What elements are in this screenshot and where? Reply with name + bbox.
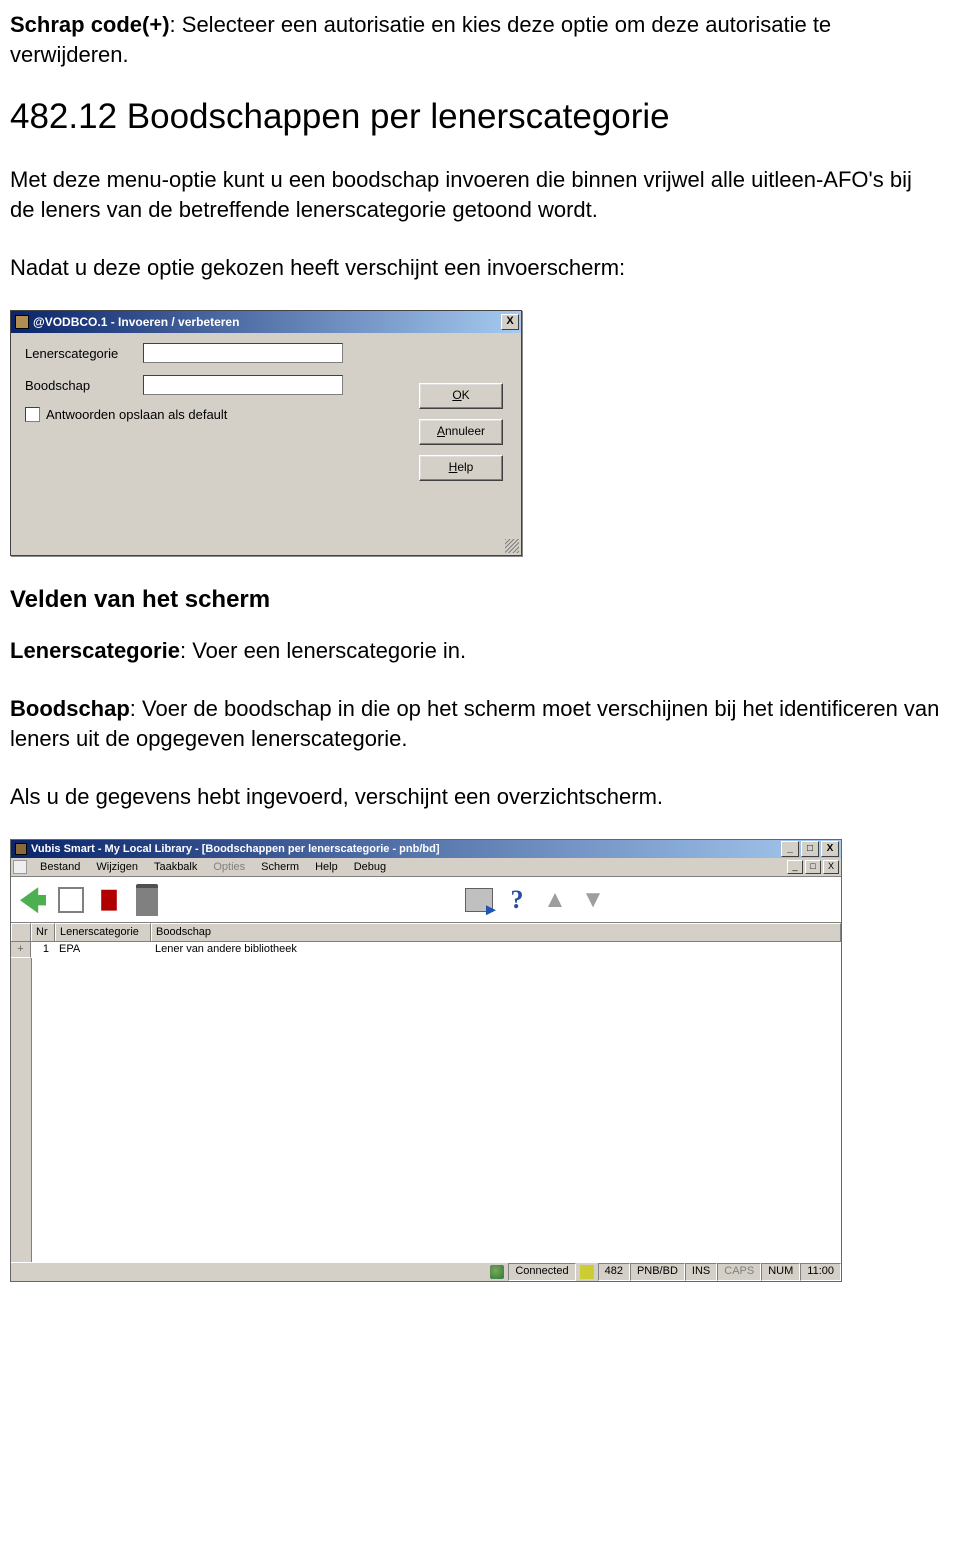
lenerscategorie-input[interactable] — [143, 343, 343, 363]
save-icon — [96, 887, 122, 913]
down-button[interactable]: ▼ — [577, 883, 609, 917]
help-button[interactable]: Help — [419, 455, 503, 481]
help-icon: ? — [511, 885, 524, 915]
status-instance: PNB/BD — [630, 1263, 685, 1281]
lenerscategorie-label: Lenerscategorie — [25, 346, 143, 361]
overview-intro: Als u de gegevens hebt ingevoerd, versch… — [10, 782, 940, 812]
input-screen-intro: Nadat u deze optie gekozen heeft verschi… — [10, 253, 940, 283]
intro-paragraph: Schrap code(+): Selecteer een autorisati… — [10, 10, 940, 69]
ok-button[interactable]: OK — [419, 383, 503, 409]
status-caps: CAPS — [717, 1263, 761, 1281]
menu-help[interactable]: Help — [308, 860, 345, 874]
app-title: Vubis Smart - My Local Library - [Boodsc… — [31, 843, 781, 855]
save-default-checkbox[interactable] — [25, 407, 40, 422]
arrow-left-icon — [20, 887, 46, 913]
col-lenerscategorie[interactable]: Lenerscategorie — [55, 923, 151, 941]
save-button[interactable] — [93, 883, 125, 917]
boodschap-label: Boodschap — [25, 378, 143, 393]
field-name-boodschap: Boodschap — [10, 696, 130, 721]
child-window-icon — [13, 860, 27, 874]
cell-msg: Lener van andere bibliotheek — [151, 942, 841, 958]
menu-wijzigen[interactable]: Wijzigen — [89, 860, 145, 874]
col-nr[interactable]: Nr — [31, 923, 55, 941]
grid-body: + 1 EPA Lener van andere bibliotheek — [11, 942, 841, 1262]
menu-scherm[interactable]: Scherm — [254, 860, 306, 874]
arrow-up-icon: ▲ — [543, 886, 567, 914]
dialog-close-button[interactable]: X — [501, 314, 519, 330]
menu-debug[interactable]: Debug — [347, 860, 393, 874]
status-time: 11:00 — [800, 1263, 841, 1281]
dialog-titlebar: @VODBCO.1 - Invoeren / verbeteren X — [11, 311, 521, 333]
status-afo: 482 — [598, 1263, 630, 1281]
run-button[interactable] — [463, 883, 495, 917]
table-row[interactable]: + 1 EPA Lener van andere bibliotheek — [11, 942, 841, 958]
section-heading: 482.12 Boodschappen per lenerscategorie — [10, 97, 940, 137]
connection-icon — [490, 1265, 504, 1279]
save-default-label: Antwoorden opslaan als default — [46, 407, 227, 422]
app-titlebar: Vubis Smart - My Local Library - [Boodsc… — [11, 840, 841, 858]
app-minimize-button[interactable]: _ — [781, 841, 799, 857]
trash-icon — [136, 884, 158, 916]
cancel-button[interactable]: Annuleer — [419, 419, 503, 445]
new-button[interactable] — [55, 883, 87, 917]
cell-nr: 1 — [31, 942, 55, 958]
input-dialog: @VODBCO.1 - Invoeren / verbeteren X Lene… — [10, 310, 522, 556]
dialog-app-icon — [15, 315, 29, 329]
cell-cat: EPA — [55, 942, 151, 958]
row-marker: + — [11, 942, 31, 958]
arrow-down-icon: ▼ — [581, 886, 605, 914]
child-maximize-button[interactable]: □ — [805, 860, 821, 874]
app-close-button[interactable]: X — [821, 841, 839, 857]
child-minimize-button[interactable]: _ — [787, 860, 803, 874]
boodschap-input[interactable] — [143, 375, 343, 395]
child-close-button[interactable]: X — [823, 860, 839, 874]
dialog-buttons: OK Annuleer Help — [419, 383, 503, 481]
field-name-lenerscategorie: Lenerscategorie — [10, 638, 180, 663]
toolbar: ? ▲ ▼ — [11, 877, 841, 923]
overview-window: Vubis Smart - My Local Library - [Boodsc… — [10, 839, 842, 1282]
status-num: NUM — [761, 1263, 800, 1281]
status-indicator-icon — [580, 1265, 594, 1279]
app-icon — [15, 843, 27, 855]
status-ins: INS — [685, 1263, 717, 1281]
section-description: Met deze menu-optie kunt u een boodschap… — [10, 165, 940, 224]
menu-taakbalk[interactable]: Taakbalk — [147, 860, 204, 874]
field-desc-lenerscategorie: Lenerscategorie: Voer een lenerscategori… — [10, 636, 940, 666]
grid-header: Nr Lenerscategorie Boodschap — [11, 923, 841, 942]
back-button[interactable] — [17, 883, 49, 917]
dialog-body: Lenerscategorie Boodschap Antwoorden ops… — [11, 333, 521, 555]
grid-corner — [11, 923, 31, 941]
dialog-title: @VODBCO.1 - Invoeren / verbeteren — [33, 315, 501, 329]
new-document-icon — [58, 887, 84, 913]
field-desc-boodschap: Boodschap: Voer de boodschap in die op h… — [10, 694, 940, 753]
status-connected: Connected — [508, 1263, 575, 1281]
resize-grip-icon[interactable] — [505, 539, 519, 553]
fields-heading: Velden van het scherm — [10, 586, 940, 614]
up-button[interactable]: ▲ — [539, 883, 571, 917]
col-boodschap[interactable]: Boodschap — [151, 923, 841, 941]
row-header-gutter — [11, 958, 32, 1262]
app-maximize-button[interactable]: □ — [801, 841, 819, 857]
menu-bar: Bestand Wijzigen Taakbalk Opties Scherm … — [11, 858, 841, 877]
menu-opties[interactable]: Opties — [206, 860, 252, 874]
screen-run-icon — [465, 888, 493, 912]
delete-button[interactable] — [131, 883, 163, 917]
schrap-code-label: Schrap code(+) — [10, 12, 170, 37]
menu-bestand[interactable]: Bestand — [33, 860, 87, 874]
status-bar: Connected 482 PNB/BD INS CAPS NUM 11:00 — [11, 1262, 841, 1281]
toolbar-help-button[interactable]: ? — [501, 883, 533, 917]
